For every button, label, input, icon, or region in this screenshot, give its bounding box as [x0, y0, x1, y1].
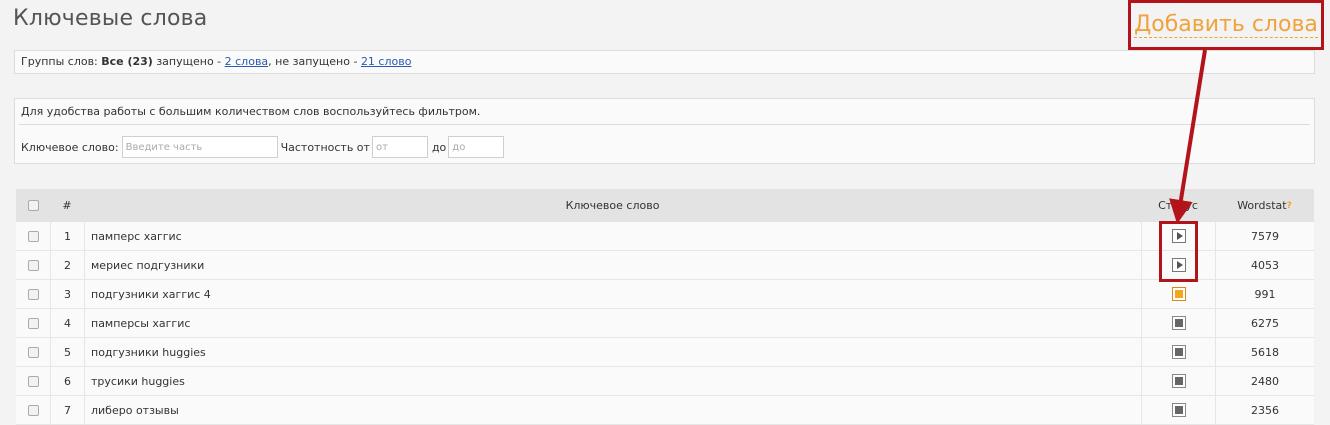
- table-row: 5 подгузники huggies 5618: [16, 338, 1314, 367]
- row-keyword: подгузники huggies: [84, 338, 1141, 366]
- row-check-cell: [16, 280, 50, 308]
- filter-row: Ключевое слово: Частотность от до: [21, 135, 508, 159]
- row-wordstat: 2480: [1215, 367, 1314, 395]
- row-num: 5: [50, 338, 84, 366]
- row-check-cell: [16, 309, 50, 337]
- select-all-checkbox[interactable]: [27, 200, 39, 211]
- status-stopped-icon[interactable]: [1171, 374, 1186, 388]
- header-num: #: [62, 199, 72, 212]
- status-stopped-icon[interactable]: [1171, 403, 1186, 417]
- add-words-highlight: Добавить слова: [1128, 0, 1324, 50]
- status-stopped-icon[interactable]: [1171, 345, 1186, 359]
- row-check-cell: [16, 338, 50, 366]
- row-num: 4: [50, 309, 84, 337]
- row-check-cell: [16, 396, 50, 424]
- filter-panel: Для удобства работы с большим количество…: [14, 98, 1315, 164]
- row-checkbox[interactable]: [27, 288, 39, 300]
- header-wordstat-label: Wordstat: [1237, 199, 1287, 212]
- row-check-cell: [16, 367, 50, 395]
- row-wordstat: 2356: [1215, 396, 1314, 424]
- row-num: 1: [50, 222, 84, 250]
- row-checkbox[interactable]: [27, 259, 39, 271]
- keywords-table: # Ключевое слово Статус Wordstat? 1 пампе…: [16, 189, 1314, 425]
- launched-link[interactable]: 2 слова: [225, 55, 269, 68]
- row-checkbox[interactable]: [27, 404, 39, 416]
- row-status-cell: [1141, 251, 1215, 279]
- wordstat-help-icon[interactable]: ?: [1287, 201, 1292, 211]
- table-row: 1 памперс хаггис 7579: [16, 222, 1314, 251]
- table-row: 4 памперсы хаггис 6275: [16, 309, 1314, 338]
- row-wordstat: 7579: [1215, 222, 1314, 250]
- frequency-to-label: до: [431, 140, 447, 154]
- filter-divider: [19, 124, 1310, 125]
- row-status-cell: [1141, 367, 1215, 395]
- row-wordstat: 5618: [1215, 338, 1314, 366]
- row-wordstat: 6275: [1215, 309, 1314, 337]
- groups-all: Все (23): [101, 55, 153, 68]
- table-row: 2 мериес подгузники 4053: [16, 251, 1314, 280]
- status-play-icon[interactable]: [1171, 258, 1186, 272]
- row-checkbox[interactable]: [27, 346, 39, 358]
- header-keyword[interactable]: Ключевое слово: [84, 189, 1141, 222]
- header-check-cell: [16, 189, 50, 222]
- groups-label: Группы слов:: [21, 55, 98, 68]
- row-checkbox[interactable]: [27, 375, 39, 387]
- row-num: 7: [50, 396, 84, 424]
- row-checkbox[interactable]: [27, 317, 39, 329]
- row-status-cell: [1141, 338, 1215, 366]
- add-words-link[interactable]: Добавить слова: [1134, 12, 1318, 38]
- row-num: 2: [50, 251, 84, 279]
- row-wordstat: 991: [1215, 280, 1314, 308]
- word-groups-bar: Группы слов: Все (23) запущено - 2 слова…: [14, 50, 1315, 74]
- table-row: 3 подгузники хаггис 4 991: [16, 280, 1314, 309]
- status-pending-icon[interactable]: [1171, 287, 1186, 301]
- frequency-from-label: Частотность от: [280, 140, 370, 154]
- frequency-to-input[interactable]: [448, 136, 505, 158]
- row-keyword: мериес подгузники: [84, 251, 1141, 279]
- row-keyword: памперсы хаггис: [84, 309, 1141, 337]
- row-keyword: подгузники хаггис 4: [84, 280, 1141, 308]
- row-keyword: памперс хаггис: [84, 222, 1141, 250]
- status-stopped-icon[interactable]: [1171, 316, 1186, 330]
- not-launched-link[interactable]: 21 слово: [361, 55, 412, 68]
- row-keyword: либеро отзывы: [84, 396, 1141, 424]
- row-status-cell: [1141, 222, 1215, 250]
- row-num: 6: [50, 367, 84, 395]
- row-status-cell: [1141, 309, 1215, 337]
- page-title: Ключевые слова: [13, 6, 208, 31]
- frequency-from-input[interactable]: [371, 136, 428, 158]
- table-row: 6 трусики huggies 2480: [16, 367, 1314, 396]
- row-check-cell: [16, 251, 50, 279]
- keyword-filter-input[interactable]: [121, 136, 278, 158]
- filter-hint: Для удобства работы с большим количество…: [21, 105, 481, 118]
- row-status-cell: [1141, 280, 1215, 308]
- table-header: # Ключевое слово Статус Wordstat?: [16, 189, 1314, 222]
- not-launched-text: , не запущено -: [268, 55, 358, 68]
- row-status-cell: [1141, 396, 1215, 424]
- header-wordstat[interactable]: Wordstat?: [1215, 189, 1314, 222]
- keyword-filter-label: Ключевое слово:: [21, 140, 119, 154]
- launched-text: запущено -: [156, 55, 222, 68]
- table-body: 1 памперс хаггис 7579 2 мериес подгузники 405…: [16, 222, 1314, 425]
- row-keyword: трусики huggies: [84, 367, 1141, 395]
- row-checkbox[interactable]: [27, 230, 39, 242]
- row-wordstat: 4053: [1215, 251, 1314, 279]
- row-check-cell: [16, 222, 50, 250]
- status-play-icon[interactable]: [1171, 229, 1186, 243]
- header-status[interactable]: Статус: [1141, 189, 1215, 222]
- row-num: 3: [50, 280, 84, 308]
